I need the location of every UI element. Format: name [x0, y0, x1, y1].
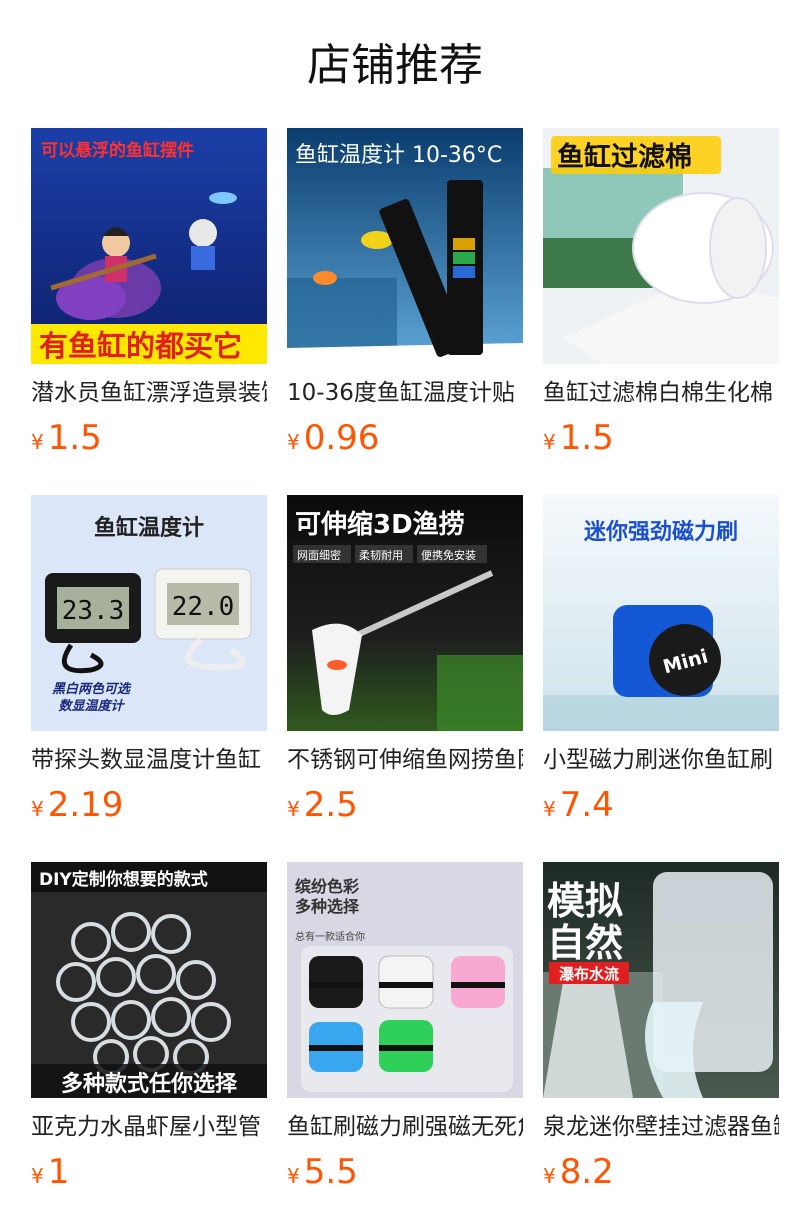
- price-value: 2.19: [47, 785, 124, 825]
- page-title: 店铺推荐: [307, 40, 483, 91]
- product-price: ¥2.5: [287, 785, 358, 825]
- currency-symbol: ¥: [543, 1164, 556, 1188]
- svg-text:多种款式任你选择: 多种款式任你选择: [61, 1071, 238, 1097]
- price-value: 2.5: [303, 785, 358, 825]
- price-value: 1.5: [47, 418, 102, 458]
- product-name[interactable]: 10-36度鱼缸温度计贴: [287, 378, 523, 408]
- currency-symbol: ¥: [287, 430, 300, 454]
- product-price: ¥1: [31, 1152, 69, 1192]
- svg-text:网面细密: 网面细密: [297, 548, 341, 562]
- svg-text:缤纷色彩: 缤纷色彩: [295, 877, 359, 896]
- product-card[interactable]: 鱼缸温度计 10-36°C 10-36度鱼缸温度计贴 ¥0.96: [287, 128, 523, 468]
- price-value: 7.4: [559, 785, 614, 825]
- product-card[interactable]: DIY定制你想要的款式 多种款式任你选择 亚克力水晶虾屋小型管 ¥1: [31, 862, 267, 1202]
- product-card[interactable]: 鱼缸温度计 23.3 22.0 黑白两色可选 数显温度计 带探头数显温度计鱼缸 …: [31, 495, 267, 835]
- product-price: ¥1.5: [543, 418, 614, 458]
- svg-text:鱼缸过滤棉: 鱼缸过滤棉: [557, 141, 692, 173]
- product-image[interactable]: 鱼缸温度计 23.3 22.0 黑白两色可选 数显温度计: [31, 495, 267, 731]
- svg-text:鱼缸温度计 10-36°C: 鱼缸温度计 10-36°C: [295, 143, 502, 168]
- svg-text:自然: 自然: [547, 921, 623, 965]
- product-name[interactable]: 泉龙迷你壁挂过滤器鱼缸: [543, 1112, 779, 1142]
- product-name[interactable]: 不锈钢可伸缩鱼网捞鱼网: [287, 745, 523, 775]
- product-name[interactable]: 带探头数显温度计鱼缸: [31, 745, 267, 775]
- currency-symbol: ¥: [31, 1164, 44, 1188]
- svg-text:22.0: 22.0: [172, 592, 235, 622]
- currency-symbol: ¥: [31, 797, 44, 821]
- svg-text:可以悬浮的鱼缸摆件: 可以悬浮的鱼缸摆件: [41, 140, 194, 161]
- product-price: ¥1.5: [31, 418, 102, 458]
- product-card[interactable]: 可以悬浮的鱼缸摆件 有鱼缸的都买它 潜水员鱼缸漂浮造景装饰 ¥1.5: [31, 128, 267, 468]
- product-name[interactable]: 小型磁力刷迷你鱼缸刷: [543, 745, 779, 775]
- product-name[interactable]: 亚克力水晶虾屋小型管: [31, 1112, 267, 1142]
- svg-text:模拟: 模拟: [547, 879, 623, 923]
- svg-text:黑白两色可选: 黑白两色可选: [52, 681, 132, 697]
- svg-text:可伸缩3D渔捞: 可伸缩3D渔捞: [295, 509, 465, 540]
- currency-symbol: ¥: [543, 430, 556, 454]
- product-image[interactable]: DIY定制你想要的款式 多种款式任你选择: [31, 862, 267, 1098]
- price-value: 8.2: [559, 1152, 614, 1192]
- currency-symbol: ¥: [287, 797, 300, 821]
- product-card[interactable]: 鱼缸过滤棉 鱼缸过滤棉白棉生化棉 ¥1.5: [543, 128, 779, 468]
- price-value: 0.96: [303, 418, 380, 458]
- product-price: ¥0.96: [287, 418, 379, 458]
- product-name[interactable]: 潜水员鱼缸漂浮造景装饰: [31, 378, 267, 408]
- product-image[interactable]: 缤纷色彩 多种选择 总有一款适合你: [287, 862, 523, 1098]
- product-image[interactable]: 鱼缸温度计 10-36°C: [287, 128, 523, 364]
- product-card[interactable]: 模拟 自然 瀑布水流 泉龙迷你壁挂过滤器鱼缸 ¥8.2: [543, 862, 779, 1202]
- svg-text:DIY定制你想要的款式: DIY定制你想要的款式: [39, 869, 208, 890]
- svg-text:瀑布水流: 瀑布水流: [559, 965, 619, 983]
- svg-text:23.3: 23.3: [62, 596, 125, 626]
- product-price: ¥7.4: [543, 785, 614, 825]
- product-image[interactable]: 鱼缸过滤棉: [543, 128, 779, 364]
- svg-text:便携免安装: 便携免安装: [421, 548, 476, 562]
- svg-text:总有一款适合你: 总有一款适合你: [295, 930, 365, 943]
- currency-symbol: ¥: [543, 797, 556, 821]
- product-price: ¥2.19: [31, 785, 123, 825]
- price-value: 1.5: [559, 418, 614, 458]
- product-card[interactable]: 缤纷色彩 多种选择 总有一款适合你 鱼缸刷磁力刷强磁无死角 ¥5.5: [287, 862, 523, 1202]
- svg-text:数显温度计: 数显温度计: [58, 698, 125, 714]
- product-image[interactable]: 模拟 自然 瀑布水流: [543, 862, 779, 1098]
- product-image[interactable]: 迷你强劲磁力刷 Mini: [543, 495, 779, 731]
- product-price: ¥8.2: [543, 1152, 614, 1192]
- product-image[interactable]: 可伸缩3D渔捞 网面细密 柔韧耐用 便携免安装: [287, 495, 523, 731]
- price-value: 1: [47, 1152, 70, 1192]
- currency-symbol: ¥: [31, 430, 44, 454]
- price-value: 5.5: [303, 1152, 358, 1192]
- product-price: ¥5.5: [287, 1152, 358, 1192]
- product-name[interactable]: 鱼缸过滤棉白棉生化棉: [543, 378, 779, 408]
- svg-text:有鱼缸的都买它: 有鱼缸的都买它: [39, 329, 242, 363]
- product-card[interactable]: 迷你强劲磁力刷 Mini 小型磁力刷迷你鱼缸刷 ¥7.4: [543, 495, 779, 835]
- currency-symbol: ¥: [287, 1164, 300, 1188]
- product-image[interactable]: 可以悬浮的鱼缸摆件 有鱼缸的都买它: [31, 128, 267, 364]
- svg-text:迷你强劲磁力刷: 迷你强劲磁力刷: [583, 519, 738, 545]
- svg-text:柔韧耐用: 柔韧耐用: [359, 549, 403, 562]
- product-name[interactable]: 鱼缸刷磁力刷强磁无死角: [287, 1112, 523, 1142]
- svg-text:鱼缸温度计: 鱼缸温度计: [94, 515, 204, 541]
- product-card[interactable]: 可伸缩3D渔捞 网面细密 柔韧耐用 便携免安装 不锈钢可伸缩鱼网捞鱼网 ¥2.5: [287, 495, 523, 835]
- svg-text:多种选择: 多种选择: [295, 897, 360, 916]
